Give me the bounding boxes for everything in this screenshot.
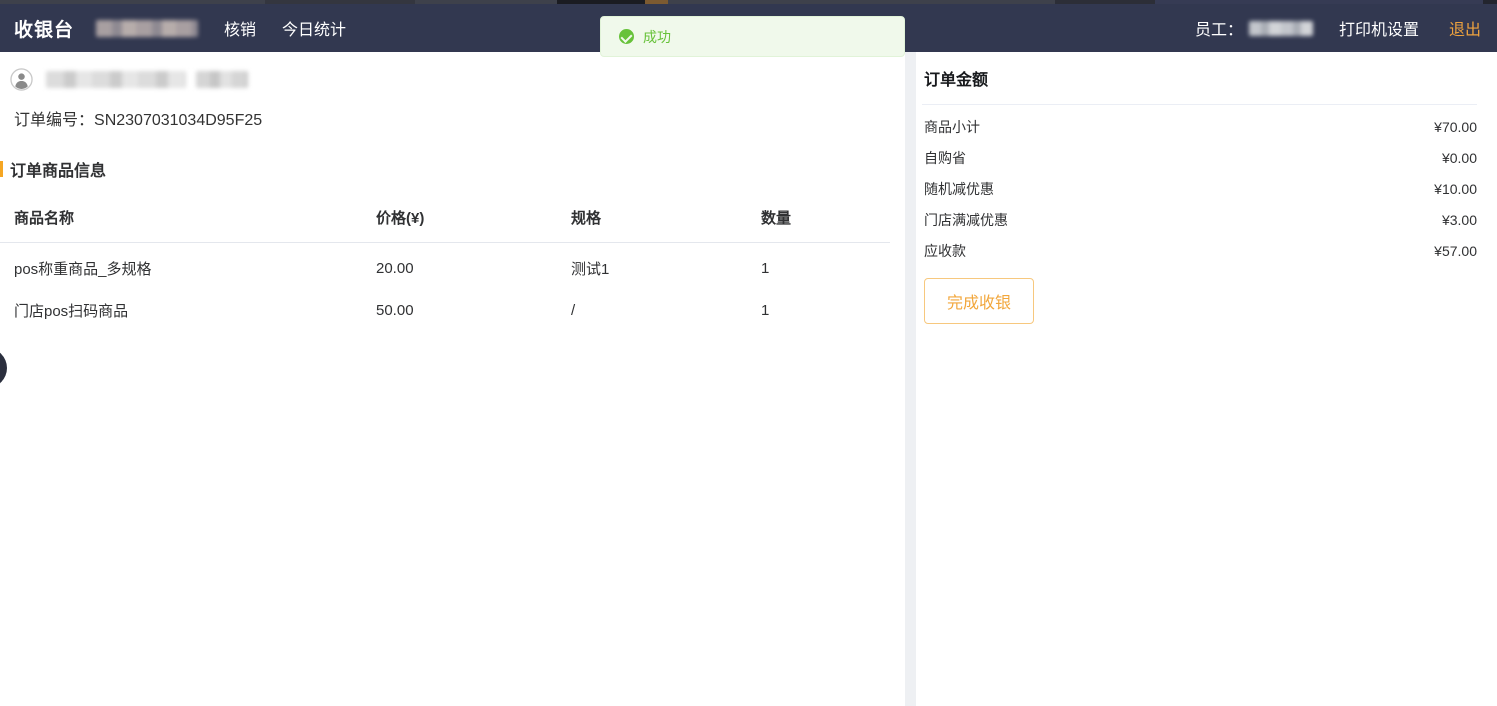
summary-title: 订单金额	[922, 64, 1477, 104]
summary-value: ¥0.00	[1442, 150, 1477, 166]
redacted-employee-name	[1249, 21, 1313, 36]
goods-table-header-row: 商品名称 价格(¥) 规格 数量	[0, 201, 890, 243]
summary-row-subtotal: 商品小计 ¥70.00	[924, 111, 1477, 142]
col-header-qty: 数量	[761, 201, 890, 243]
summary-value: ¥3.00	[1442, 212, 1477, 228]
summary-row-random-discount: 随机减优惠 ¥10.00	[924, 173, 1477, 204]
goods-section-title: 订单商品信息	[0, 157, 905, 181]
logout-button[interactable]: 退出	[1449, 16, 1481, 40]
redacted-store-name	[96, 20, 198, 37]
summary-value: ¥57.00	[1434, 243, 1477, 259]
order-detail-panel: 订单编号：SN2307031034D95F25 订单商品信息 商品名称 价格(¥…	[0, 52, 905, 706]
cell-qty: 1	[761, 243, 890, 286]
printer-settings-button[interactable]: 打印机设置	[1339, 16, 1419, 40]
customer-row	[10, 68, 905, 91]
success-toast: 成功	[600, 16, 905, 57]
success-check-icon	[619, 29, 634, 44]
order-amount-panel: 订单金额 商品小计 ¥70.00 自购省 ¥0.00 随机减优惠 ¥10.00 …	[916, 52, 1497, 706]
summary-label: 自购省	[924, 148, 966, 168]
finish-checkout-button[interactable]: 完成收银	[924, 278, 1034, 324]
goods-table: 商品名称 价格(¥) 规格 数量 pos称重商品_多规格 20.00 测试1 1…	[0, 201, 890, 327]
toast-message: 成功	[643, 27, 671, 47]
cell-product-name: pos称重商品_多规格	[0, 243, 376, 286]
nav-item-verify[interactable]: 核销	[224, 16, 256, 40]
order-number-label: 订单编号：	[14, 112, 94, 129]
cell-qty: 1	[761, 285, 890, 327]
summary-label: 随机减优惠	[924, 179, 994, 199]
redacted-customer-name	[196, 71, 248, 88]
section-title-text: 订单商品信息	[10, 157, 106, 181]
cell-price: 50.00	[376, 285, 571, 327]
summary-label: 门店满减优惠	[924, 210, 1008, 230]
col-header-spec: 规格	[571, 201, 761, 243]
summary-divider	[922, 104, 1477, 105]
person-icon	[10, 68, 33, 91]
order-number-value: SN2307031034D95F25	[94, 112, 262, 129]
summary-row-amount-due: 应收款 ¥57.00	[924, 235, 1477, 266]
section-accent-bar	[0, 161, 3, 177]
summary-label: 商品小计	[924, 117, 980, 137]
summary-row-store-discount: 门店满减优惠 ¥3.00	[924, 204, 1477, 235]
panel-divider	[905, 52, 916, 706]
col-header-name: 商品名称	[0, 201, 376, 243]
navbar-right-group: 员工： 打印机设置 退出	[1195, 16, 1481, 40]
table-row: 门店pos扫码商品 50.00 / 1	[0, 285, 890, 327]
cell-product-name: 门店pos扫码商品	[0, 285, 376, 327]
redacted-customer-name	[46, 71, 186, 88]
summary-rows: 商品小计 ¥70.00 自购省 ¥0.00 随机减优惠 ¥10.00 门店满减优…	[922, 111, 1477, 266]
order-number-line: 订单编号：SN2307031034D95F25	[14, 106, 905, 130]
summary-row-self-purchase-saving: 自购省 ¥0.00	[924, 142, 1477, 173]
table-row: pos称重商品_多规格 20.00 测试1 1	[0, 243, 890, 286]
cell-spec: 测试1	[571, 243, 761, 286]
summary-value: ¥10.00	[1434, 181, 1477, 197]
app-title: 收银台	[14, 15, 74, 42]
employee-label: 员工：	[1195, 16, 1243, 40]
main-area: 订单编号：SN2307031034D95F25 订单商品信息 商品名称 价格(¥…	[0, 52, 1497, 706]
pos-cashier-screen: 收银台 核销 今日统计 员工： 打印机设置 退出 成功	[0, 0, 1497, 706]
col-header-price: 价格(¥)	[376, 201, 571, 243]
cell-price: 20.00	[376, 243, 571, 286]
nav-item-today-stats[interactable]: 今日统计	[282, 16, 346, 40]
cell-spec: /	[571, 285, 761, 327]
summary-value: ¥70.00	[1434, 119, 1477, 135]
summary-label: 应收款	[924, 241, 966, 261]
